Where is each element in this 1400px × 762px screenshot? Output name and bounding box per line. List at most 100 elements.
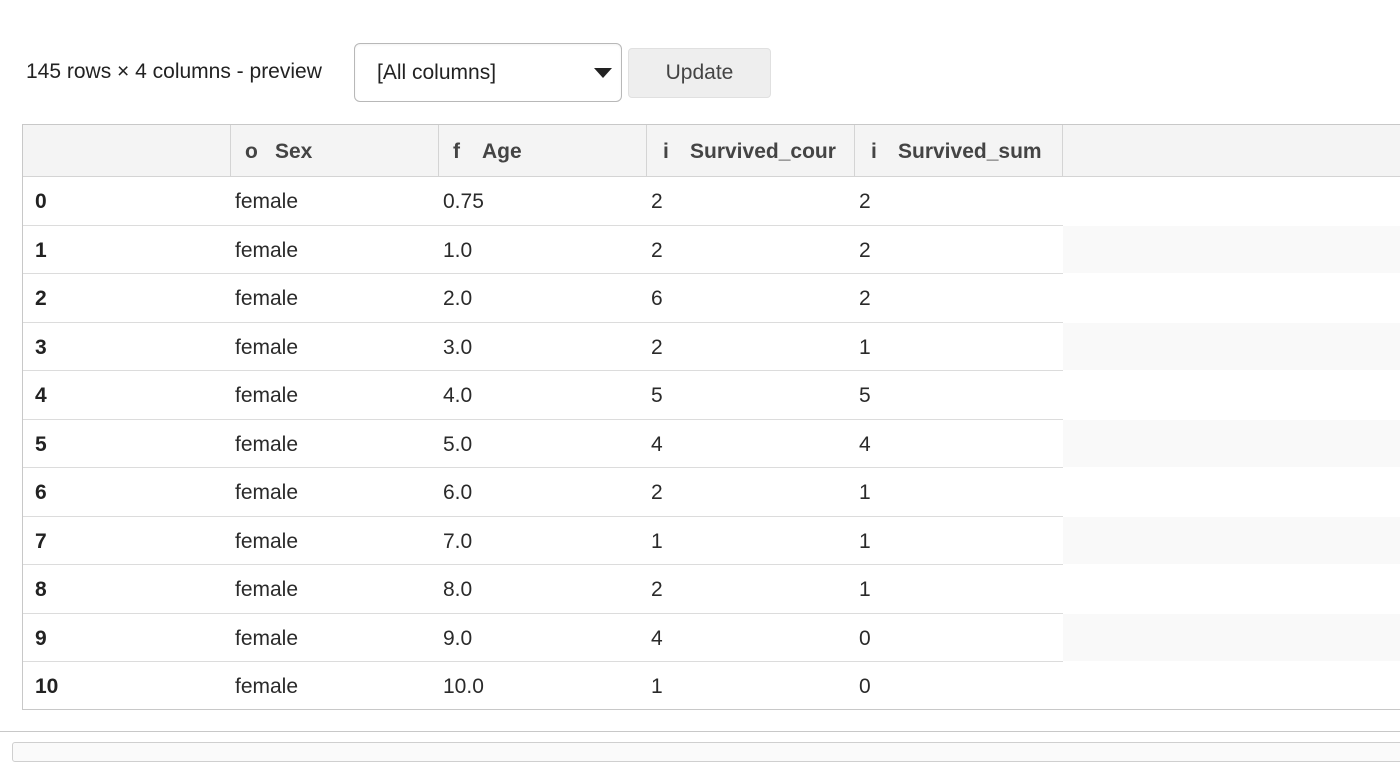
caret-down-icon	[594, 68, 612, 78]
table-row[interactable]: 1 female 1.0 2 2	[23, 225, 1400, 274]
header-label: Sex	[275, 140, 313, 163]
cell-survived-count[interactable]: 4	[651, 627, 663, 651]
row-index[interactable]: 7	[35, 530, 47, 554]
table-row[interactable]: 7 female 7.0 1 1	[23, 516, 1400, 565]
header-index[interactable]	[23, 125, 231, 177]
cell-survived-count[interactable]: 2	[651, 239, 663, 263]
row-filler	[1063, 225, 1400, 273]
cell-survived-count[interactable]: 1	[651, 675, 663, 699]
cell-age[interactable]: 7.0	[443, 530, 472, 554]
cell-age[interactable]: 6.0	[443, 481, 472, 505]
cell-sex[interactable]: female	[235, 336, 298, 360]
header-label: Age	[482, 140, 522, 163]
cell-survived-sum[interactable]: 4	[859, 433, 871, 457]
dtype-int-icon: i	[663, 140, 669, 163]
row-filler	[1063, 322, 1400, 370]
column-select-value: [All columns]	[377, 61, 497, 84]
cell-survived-count[interactable]: 4	[651, 433, 663, 457]
cell-age[interactable]: 4.0	[443, 384, 472, 408]
cell-age[interactable]: 5.0	[443, 433, 472, 457]
cell-survived-count[interactable]: 2	[651, 481, 663, 505]
cell-age[interactable]: 0.75	[443, 190, 484, 214]
row-index[interactable]: 8	[35, 578, 47, 602]
cell-age[interactable]: 9.0	[443, 627, 472, 651]
table-row[interactable]: 2 female 2.0 6 2	[23, 274, 1400, 323]
dtype-float-icon: f	[453, 140, 460, 163]
table-row[interactable]: 10 female 10.0 1 0	[23, 662, 1400, 709]
cell-survived-sum[interactable]: 2	[859, 239, 871, 263]
header-survived-count[interactable]: i Survived_cour	[647, 125, 855, 177]
dtype-int-icon: i	[871, 140, 877, 163]
table-row[interactable]: 5 female 5.0 4 4	[23, 419, 1400, 468]
cell-sex[interactable]: female	[235, 675, 298, 699]
data-grid: o Sex f Age i Survived_cour i Survived_s…	[22, 124, 1400, 710]
cell-survived-count[interactable]: 2	[651, 190, 663, 214]
header-row: o Sex f Age i Survived_cour i Survived_s…	[23, 125, 1400, 177]
row-filler	[1063, 662, 1400, 709]
row-index[interactable]: 5	[35, 433, 47, 457]
cell-age[interactable]: 3.0	[443, 336, 472, 360]
header-age[interactable]: f Age	[439, 125, 647, 177]
cell-sex[interactable]: female	[235, 384, 298, 408]
cell-survived-sum[interactable]: 0	[859, 627, 871, 651]
cell-sex[interactable]: female	[235, 287, 298, 311]
cell-survived-count[interactable]: 5	[651, 384, 663, 408]
table-row[interactable]: 6 female 6.0 2 1	[23, 468, 1400, 517]
cell-age[interactable]: 8.0	[443, 578, 472, 602]
cell-sex[interactable]: female	[235, 481, 298, 505]
cell-survived-count[interactable]: 1	[651, 530, 663, 554]
cell-survived-sum[interactable]: 1	[859, 578, 871, 602]
cell-age[interactable]: 2.0	[443, 287, 472, 311]
cell-survived-count[interactable]: 6	[651, 287, 663, 311]
row-filler	[1063, 613, 1400, 661]
row-filler	[1063, 565, 1400, 613]
table-row[interactable]: 3 female 3.0 2 1	[23, 322, 1400, 371]
cell-survived-sum[interactable]: 1	[859, 481, 871, 505]
cell-survived-sum[interactable]: 2	[859, 190, 871, 214]
row-index[interactable]: 9	[35, 627, 47, 651]
cell-sex[interactable]: female	[235, 190, 298, 214]
header-label: Survived_cour	[690, 140, 836, 163]
row-index[interactable]: 0	[35, 190, 47, 214]
row-column-summary: 145 rows × 4 columns - preview	[26, 60, 322, 83]
row-filler	[1063, 419, 1400, 467]
cell-age[interactable]: 10.0	[443, 675, 484, 699]
cell-survived-count[interactable]: 2	[651, 336, 663, 360]
cell-survived-sum[interactable]: 1	[859, 336, 871, 360]
update-button[interactable]: Update	[628, 48, 771, 98]
column-select-dropdown[interactable]: [All columns]	[354, 43, 622, 102]
cell-survived-count[interactable]: 2	[651, 578, 663, 602]
row-index[interactable]: 10	[35, 675, 58, 699]
header-survived-sum[interactable]: i Survived_sum	[855, 125, 1063, 177]
cell-survived-sum[interactable]: 5	[859, 384, 871, 408]
cell-age[interactable]: 1.0	[443, 239, 472, 263]
cell-sex[interactable]: female	[235, 530, 298, 554]
table-row[interactable]: 4 female 4.0 5 5	[23, 371, 1400, 420]
table-row[interactable]: 9 female 9.0 4 0	[23, 613, 1400, 662]
row-index[interactable]: 2	[35, 287, 47, 311]
next-cell-input[interactable]	[12, 742, 1400, 762]
cell-sex[interactable]: female	[235, 239, 298, 263]
cell-survived-sum[interactable]: 1	[859, 530, 871, 554]
header-label: Survived_sum	[898, 140, 1042, 163]
divider	[0, 731, 1400, 732]
row-index[interactable]: 3	[35, 336, 47, 360]
cell-sex[interactable]: female	[235, 578, 298, 602]
header-sex[interactable]: o Sex	[231, 125, 439, 177]
cell-survived-sum[interactable]: 0	[859, 675, 871, 699]
cell-sex[interactable]: female	[235, 627, 298, 651]
row-filler	[1063, 468, 1400, 516]
cell-sex[interactable]: female	[235, 433, 298, 457]
cell-survived-sum[interactable]: 2	[859, 287, 871, 311]
row-index[interactable]: 4	[35, 384, 47, 408]
row-filler	[1063, 516, 1400, 564]
row-filler	[1063, 274, 1400, 322]
row-index[interactable]: 6	[35, 481, 47, 505]
table-body: 0 female 0.75 2 2 1 female 1.0 2 2 2 female 2.0 6 2 3 fe…	[23, 177, 1400, 709]
row-filler	[1063, 371, 1400, 419]
table-row[interactable]: 0 female 0.75 2 2	[23, 177, 1400, 226]
row-filler	[1063, 177, 1400, 225]
row-index[interactable]: 1	[35, 239, 47, 263]
grid-toolbar: 145 rows × 4 columns - preview [All colu…	[0, 42, 800, 102]
table-row[interactable]: 8 female 8.0 2 1	[23, 565, 1400, 614]
